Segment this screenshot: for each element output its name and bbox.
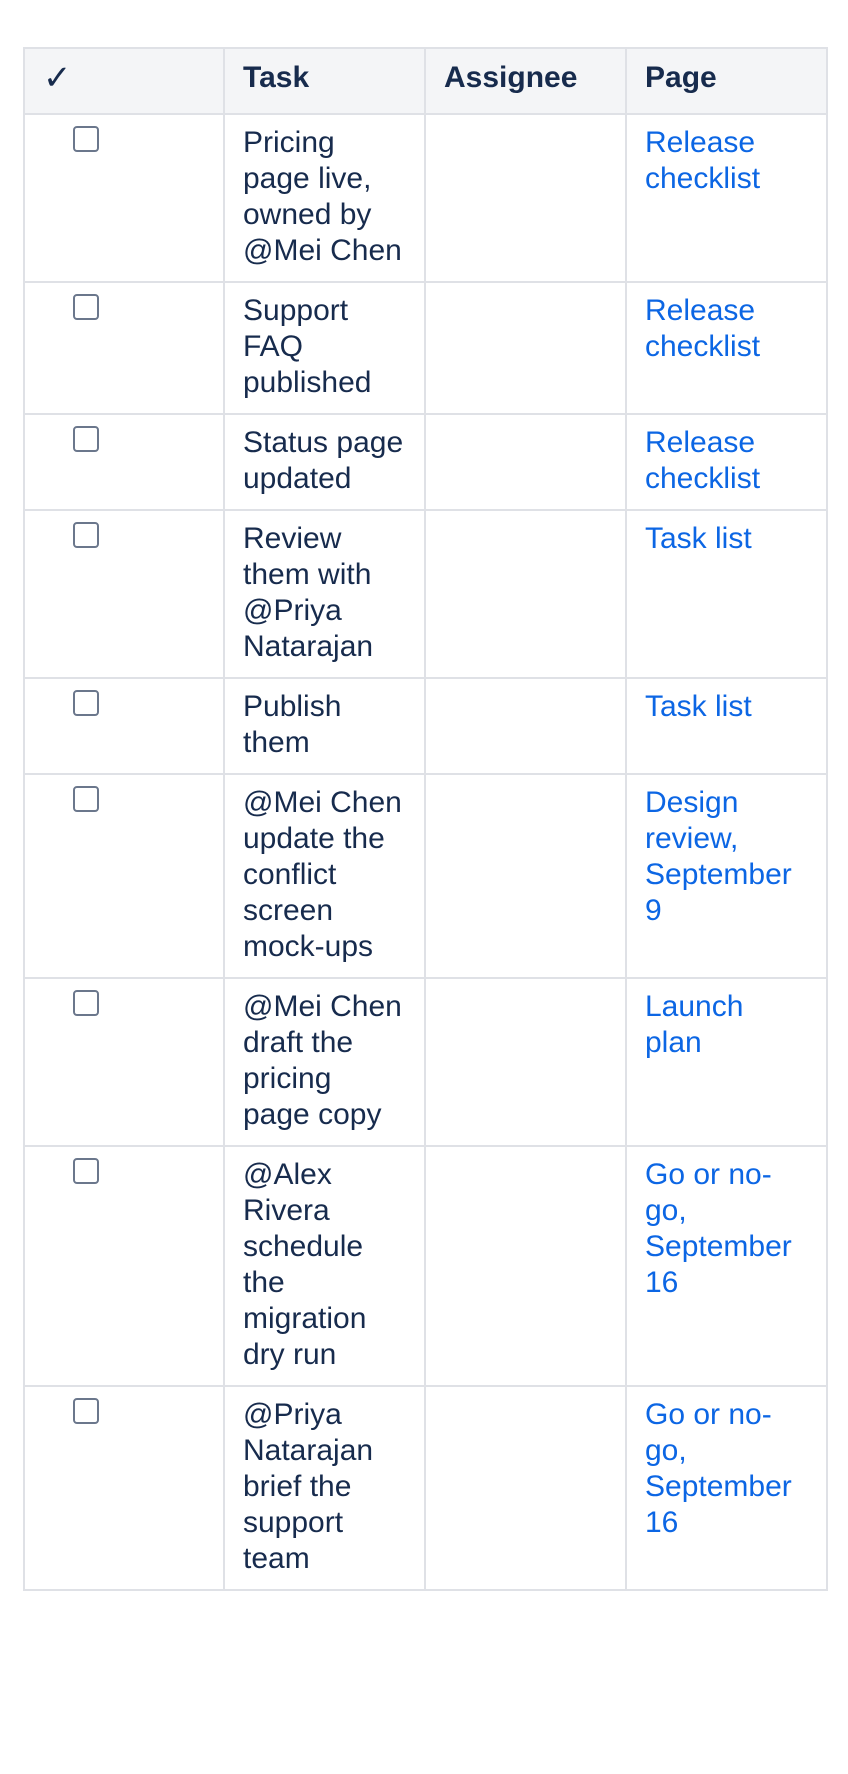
task-checkbox[interactable] <box>73 990 99 1016</box>
page-link[interactable]: Task list <box>645 690 752 723</box>
column-header-page[interactable]: Page <box>625 47 828 115</box>
table-row: @Priya Natarajan brief the support team … <box>23 1385 828 1591</box>
page-cell: Design review, September 9 <box>625 773 828 979</box>
page-cell: Go or no-go, September 16 <box>625 1385 828 1591</box>
table-row: Review them with @Priya Natarajan Task l… <box>23 509 828 679</box>
task-checkbox[interactable] <box>73 294 99 320</box>
check-cell <box>23 113 225 283</box>
task-cell: @Mei Chen update the conflict screen moc… <box>223 773 426 979</box>
check-cell <box>23 677 225 775</box>
task-cell: Publish them <box>223 677 426 775</box>
page-cell: Release checklist <box>625 113 828 283</box>
page-link[interactable]: Launch plan <box>645 990 743 1059</box>
assignee-cell <box>424 281 627 415</box>
task-checkbox[interactable] <box>73 786 99 812</box>
task-checkbox[interactable] <box>73 426 99 452</box>
check-cell <box>23 1385 225 1591</box>
task-checkbox[interactable] <box>73 1158 99 1184</box>
task-table: ✓ Task Assignee Page Pricing page live, … <box>23 47 828 1591</box>
page-link[interactable]: Go or no-go, September 16 <box>645 1398 792 1539</box>
task-cell: Support FAQ published <box>223 281 426 415</box>
page-link[interactable]: Release checklist <box>645 126 760 195</box>
page-cell: Task list <box>625 677 828 775</box>
table-row: @Alex Rivera schedule the migration dry … <box>23 1145 828 1387</box>
checkmark-icon: ✓ <box>43 59 72 97</box>
table-row: @Mei Chen draft the pricing page copy La… <box>23 977 828 1147</box>
page-link[interactable]: Release checklist <box>645 294 760 363</box>
check-cell <box>23 509 225 679</box>
assignee-cell <box>424 413 627 511</box>
table-row: Support FAQ published Release checklist <box>23 281 828 415</box>
assignee-cell <box>424 677 627 775</box>
page-cell: Release checklist <box>625 413 828 511</box>
assignee-cell <box>424 113 627 283</box>
check-cell <box>23 773 225 979</box>
page-link[interactable]: Release checklist <box>645 426 760 495</box>
column-header-check[interactable]: ✓ <box>23 47 225 115</box>
task-cell: Pricing page live, owned by @Mei Chen <box>223 113 426 283</box>
task-checkbox[interactable] <box>73 690 99 716</box>
page-cell: Launch plan <box>625 977 828 1147</box>
page-cell: Go or no-go, September 16 <box>625 1145 828 1387</box>
task-cell: Status page updated <box>223 413 426 511</box>
assignee-cell <box>424 509 627 679</box>
task-cell: @Priya Natarajan brief the support team <box>223 1385 426 1591</box>
page-link[interactable]: Design review, September 9 <box>645 786 792 927</box>
assignee-cell <box>424 773 627 979</box>
column-header-assignee[interactable]: Assignee <box>424 47 627 115</box>
column-header-task[interactable]: Task <box>223 47 426 115</box>
table-row: @Mei Chen update the conflict screen moc… <box>23 773 828 979</box>
task-checkbox[interactable] <box>73 522 99 548</box>
task-rows: Pricing page live, owned by @Mei Chen Re… <box>23 113 828 1591</box>
table-row: Publish them Task list <box>23 677 828 775</box>
table-row: Pricing page live, owned by @Mei Chen Re… <box>23 113 828 283</box>
task-cell: @Alex Rivera schedule the migration dry … <box>223 1145 426 1387</box>
page-link[interactable]: Go or no-go, September 16 <box>645 1158 792 1299</box>
table-row: Status page updated Release checklist <box>23 413 828 511</box>
task-checkbox[interactable] <box>73 1398 99 1424</box>
task-checkbox[interactable] <box>73 126 99 152</box>
check-cell <box>23 413 225 511</box>
task-cell: @Mei Chen draft the pricing page copy <box>223 977 426 1147</box>
page-cell: Task list <box>625 509 828 679</box>
assignee-cell <box>424 1145 627 1387</box>
assignee-cell <box>424 1385 627 1591</box>
check-cell <box>23 1145 225 1387</box>
check-cell <box>23 977 225 1147</box>
task-cell: Review them with @Priya Natarajan <box>223 509 426 679</box>
table-header-row: ✓ Task Assignee Page <box>23 47 828 115</box>
page-cell: Release checklist <box>625 281 828 415</box>
task-report: ✓ Task Assignee Page Pricing page live, … <box>23 47 828 1591</box>
assignee-cell <box>424 977 627 1147</box>
page-link[interactable]: Task list <box>645 522 752 555</box>
check-cell <box>23 281 225 415</box>
